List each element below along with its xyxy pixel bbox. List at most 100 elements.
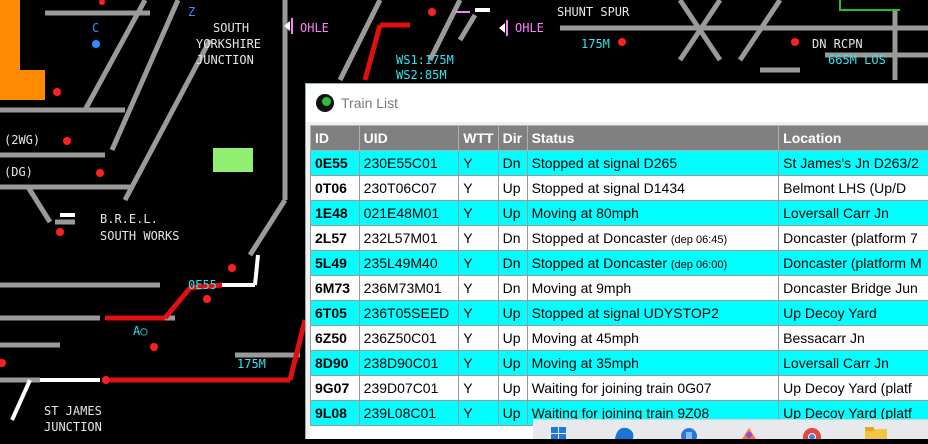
dg-label: (DG) bbox=[4, 165, 33, 180]
windows-icon[interactable] bbox=[551, 426, 573, 439]
cell-id-text: 6Z50 bbox=[315, 330, 347, 346]
cell-dir-text: Up bbox=[503, 380, 521, 396]
cell-location-text: Up Decoy Yard (platf bbox=[783, 380, 912, 396]
cell-dir: Dn bbox=[498, 151, 527, 176]
cell-status-text: Stopped at Doncaster bbox=[532, 230, 667, 246]
cell-wtt: Y bbox=[459, 151, 498, 176]
cell-dir: Dn bbox=[498, 276, 527, 301]
cell-status: Moving at 45mph bbox=[527, 326, 779, 351]
cell-wtt-text: Y bbox=[463, 280, 472, 296]
app-icon bbox=[316, 94, 334, 112]
column-header-id[interactable]: ID bbox=[311, 126, 360, 151]
cell-dir: Up bbox=[498, 176, 527, 201]
cell-id: 9L08 bbox=[311, 401, 360, 426]
table-row[interactable]: 6M73236M73M01YDnMoving at 9mphDoncaster … bbox=[311, 276, 928, 301]
table-row[interactable]: 1E48021E48M01YUpMoving at 80mphLoversall… bbox=[311, 201, 928, 226]
cell-uid: 236T05SEED bbox=[359, 301, 459, 326]
cell-status: Moving at 35mph bbox=[527, 351, 779, 376]
cell-dir-text: Dn bbox=[503, 230, 521, 246]
folder-icon[interactable] bbox=[863, 426, 885, 439]
cell-wtt-text: Y bbox=[463, 405, 472, 421]
cell-location-text: Doncaster Bridge Jun bbox=[783, 280, 918, 296]
south-yorkshire-junction-label: JUNCTION bbox=[196, 53, 254, 68]
cell-status-text: Stopped at signal UDYSTOP2 bbox=[532, 305, 719, 321]
cell-uid-text: 239D07C01 bbox=[364, 380, 439, 396]
cell-uid-text: 021E48M01 bbox=[364, 205, 440, 221]
cell-dir: Dn bbox=[498, 251, 527, 276]
cell-dir-text: Dn bbox=[503, 255, 521, 271]
departure-time: (dep 06:00) bbox=[671, 259, 727, 271]
st-james-junction-label: JUNCTION bbox=[44, 420, 102, 435]
column-header-wtt[interactable]: WTT bbox=[459, 126, 498, 151]
cell-uid-text: 239L08C01 bbox=[364, 405, 436, 421]
cell-status-text: Moving at 45mph bbox=[532, 330, 639, 346]
cell-id-text: 2L57 bbox=[315, 230, 347, 246]
cell-wtt-text: Y bbox=[463, 205, 472, 221]
cell-uid: 239L08C01 bbox=[359, 401, 459, 426]
cell-location-text: St James's Jn D263/2 bbox=[783, 155, 919, 171]
south-yorkshire-junction-label: YORKSHIRE bbox=[196, 37, 261, 52]
chrome-icon[interactable] bbox=[801, 426, 823, 439]
window-titlebar[interactable]: Train List bbox=[306, 84, 928, 122]
cell-status: Stopped at Doncaster (dep 06:45) bbox=[527, 226, 779, 251]
cell-wtt-text: Y bbox=[463, 380, 472, 396]
cell-uid-text: 236M73M01 bbox=[364, 280, 442, 296]
cell-uid-text: 235L49M40 bbox=[364, 255, 438, 271]
table-row[interactable]: 6Z50236Z50C01YUpMoving at 45mphBessacarr… bbox=[311, 326, 928, 351]
brel-label: SOUTH WORKS bbox=[100, 229, 179, 244]
table-row[interactable]: 2L57 232L57M01Y Dn Stopped at Doncaster (de… bbox=[311, 226, 928, 251]
dn-rcpn-label: DN RCPN bbox=[812, 37, 863, 52]
cell-uid: 238D90C01 bbox=[359, 351, 459, 376]
table-row[interactable]: 5L49235L49M40YDnStopped at Doncaster (de… bbox=[311, 251, 928, 276]
departure-time: (dep 06:45) bbox=[671, 234, 727, 246]
cell-id: 2L57 bbox=[311, 226, 360, 251]
cell-wtt-text: Y bbox=[463, 230, 472, 246]
cell-dir-text: Up bbox=[503, 355, 521, 371]
column-header-uid[interactable]: UID bbox=[359, 126, 459, 151]
los-label: 665M LOS bbox=[828, 53, 886, 68]
cell-uid: 021E48M01 bbox=[359, 201, 459, 226]
store-icon[interactable] bbox=[678, 426, 700, 439]
cell-id: 6Z50 bbox=[311, 326, 360, 351]
cell-uid: 239D07C01 bbox=[359, 376, 459, 401]
cell-status-text: Moving at 9mph bbox=[532, 280, 632, 296]
cell-location-text: Doncaster (platform 7 bbox=[783, 230, 918, 246]
cell-uid: 232L57M01 bbox=[359, 226, 459, 251]
column-header-status[interactable]: Status bbox=[527, 126, 779, 151]
cell-wtt: Y bbox=[459, 376, 498, 401]
cell-id-text: 9L08 bbox=[315, 405, 347, 421]
cell-location: Bessacarr Jn bbox=[779, 326, 928, 351]
table-row[interactable]: 9G07239D07C01YUpWaiting for joining trai… bbox=[311, 376, 928, 401]
cell-location-text: Loversall Carr Jn bbox=[783, 355, 889, 371]
cell-wtt-text: Y bbox=[463, 180, 472, 196]
cell-id-text: 0E55 bbox=[315, 155, 348, 171]
table-row[interactable]: 0E55230E55C01YDnStopped at signal D265St… bbox=[311, 151, 928, 176]
ws1-label: WS1:175M bbox=[396, 53, 454, 68]
edge-icon[interactable] bbox=[613, 426, 635, 439]
cell-wtt-text: Y bbox=[463, 355, 472, 371]
table-row[interactable]: 8D90238D90C01YUpMoving at 35mphLoversall… bbox=[311, 351, 928, 376]
cell-dir: Up bbox=[498, 326, 527, 351]
column-header-location[interactable]: Location bbox=[779, 126, 928, 151]
cell-location: Up Decoy Yard bbox=[779, 301, 928, 326]
st-james-junction-label: ST JAMES bbox=[44, 404, 102, 419]
cell-uid-text: 236T05SEED bbox=[364, 305, 450, 321]
cell-dir-text: Up bbox=[503, 405, 521, 421]
photos-icon[interactable] bbox=[738, 426, 760, 439]
cell-wtt: Y bbox=[459, 401, 498, 426]
cell-dir: Up bbox=[498, 301, 527, 326]
cell-uid: 236Z50C01 bbox=[359, 326, 459, 351]
train-0e55-label[interactable]: 0E55 bbox=[188, 278, 217, 293]
table-row[interactable]: 0T06230T06C07YUpStopped at signal D1434B… bbox=[311, 176, 928, 201]
cell-uid: 230T06C07 bbox=[359, 176, 459, 201]
train-list-window[interactable]: Train List ID UID WTT Dir Status Locatio… bbox=[305, 83, 928, 439]
brel-label: B.R.E.L. bbox=[100, 212, 158, 227]
table-row[interactable]: 6T05236T05SEEDYUpStopped at signal UDYST… bbox=[311, 301, 928, 326]
cell-location: Doncaster (platform M bbox=[779, 251, 928, 276]
column-header-dir[interactable]: Dir bbox=[498, 126, 527, 151]
cell-id: 6T05 bbox=[311, 301, 360, 326]
green-block bbox=[213, 148, 253, 172]
cell-location-text: Doncaster (platform M bbox=[783, 255, 921, 271]
cell-dir: Dn bbox=[498, 226, 527, 251]
cell-wtt-text: Y bbox=[463, 255, 472, 271]
